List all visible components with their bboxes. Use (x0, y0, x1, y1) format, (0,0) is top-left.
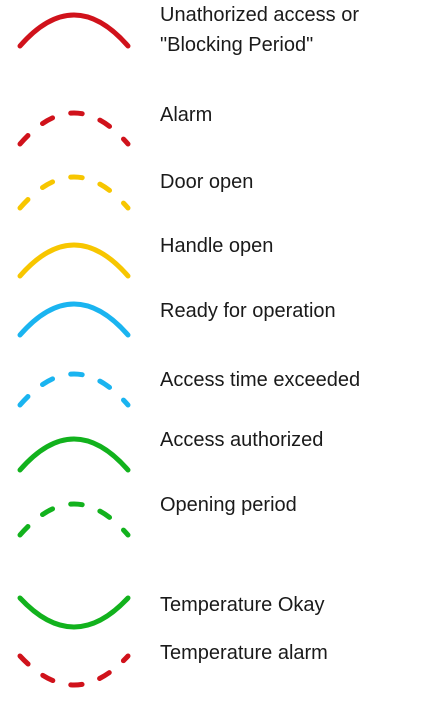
legend-label-line: Unathorized access or (160, 4, 359, 26)
dashed-yellow-arc-icon (17, 174, 131, 211)
solid-arc-stroke (17, 242, 131, 279)
dashed-arc-stroke (17, 653, 131, 688)
dashed-blue-arc-icon (17, 371, 131, 408)
legend-label-line: Access time exceeded (160, 369, 361, 391)
solid-green-smile-arc-icon (17, 595, 131, 630)
dashed-red-smile-arc-icon (17, 653, 131, 688)
dashed-arc-stroke (17, 371, 131, 408)
solid-green-arc-icon (17, 436, 131, 473)
legend-label-access-authorized: Access authorized (160, 425, 422, 455)
solid-arc-stroke (17, 12, 131, 49)
legend-label-line: Access authorized (160, 429, 324, 451)
legend-label-ready-for-operation: Ready for operation (160, 296, 422, 326)
dashed-red-arc-icon (17, 110, 131, 147)
legend-label-access-time-exceeded: Access time exceeded (160, 365, 422, 395)
status-legend: Unathorized access or "Blocking Period" … (0, 0, 424, 693)
legend-label-line: Alarm (160, 104, 213, 126)
legend-label-unauthorized-access: Unathorized access or "Blocking Period" (160, 0, 422, 60)
solid-yellow-arc-icon (17, 242, 131, 279)
legend-label-line: Ready for operation (160, 300, 336, 322)
dashed-arc-stroke (17, 174, 131, 211)
legend-label-temperature-alarm: Temperature alarm (160, 638, 422, 668)
legend-label-handle-open: Handle open (160, 231, 422, 261)
solid-arc-stroke (17, 436, 131, 473)
legend-label-temperature-okay: Temperature Okay (160, 590, 422, 620)
legend-label-opening-period: Opening period (160, 490, 422, 520)
solid-arc-stroke (17, 301, 131, 338)
legend-label-line: Door open (160, 171, 254, 193)
legend-label-line: Temperature alarm (160, 642, 328, 664)
solid-arc-stroke (17, 595, 131, 630)
dashed-arc-stroke (17, 110, 131, 147)
solid-blue-arc-icon (17, 301, 131, 338)
solid-red-arc-icon (17, 12, 131, 49)
dashed-green-arc-icon (17, 501, 131, 538)
legend-label-alarm: Alarm (160, 100, 422, 130)
legend-label-line: "Blocking Period" (160, 34, 314, 56)
legend-label-line: Opening period (160, 494, 297, 516)
legend-label-line: Temperature Okay (160, 594, 325, 616)
dashed-arc-stroke (17, 501, 131, 538)
legend-label-door-open: Door open (160, 167, 422, 197)
legend-label-line: Handle open (160, 235, 274, 257)
